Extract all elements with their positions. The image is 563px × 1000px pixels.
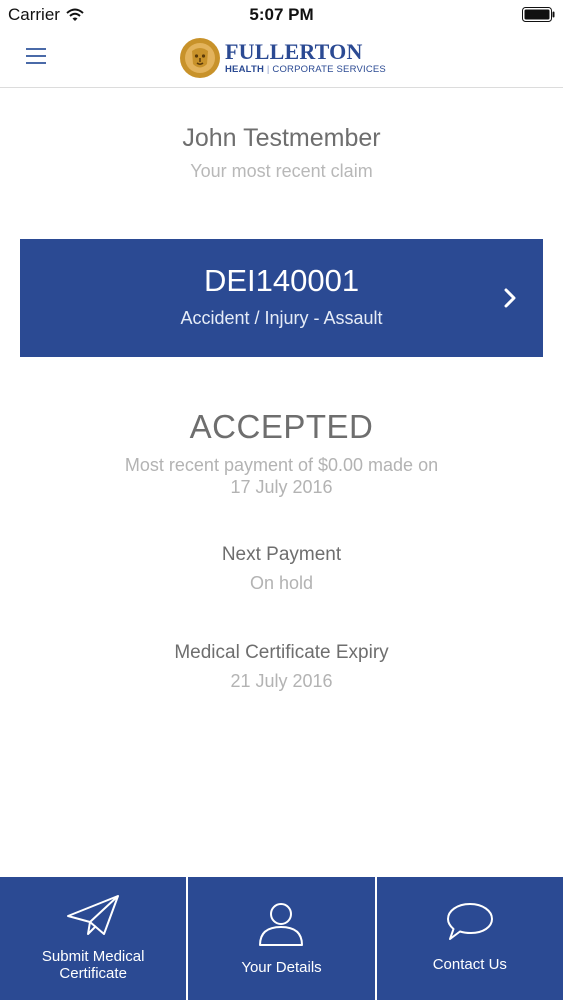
brand-name: FULLERTON — [225, 39, 363, 65]
claim-id: DEI140001 — [203, 263, 360, 298]
chevron-right-icon — [504, 288, 516, 308]
nav-bar: FULLERTON HEALTH | CORPORATE SERVICES — [0, 30, 563, 88]
certificate-expiry-label: Medical Certificate Expiry — [174, 642, 389, 663]
tab-contact-us[interactable]: Contact Us — [374, 877, 563, 1000]
certificate-expiry-value: 21 July 2016 — [230, 671, 333, 691]
menu-button[interactable] — [22, 44, 52, 70]
next-payment-label: Next Payment — [221, 544, 342, 565]
speech-bubble-icon — [446, 903, 493, 940]
tab-label-your-details: Your Details — [241, 959, 322, 976]
next-payment-value: On hold — [249, 573, 314, 593]
brand-logo: FULLERTON HEALTH | CORPORATE SERVICES — [179, 36, 386, 80]
payment-info-line2: 17 July 2016 — [230, 477, 333, 497]
brand-subtitle: HEALTH | CORPORATE SERVICES — [225, 64, 386, 76]
member-name: John Testmember — [182, 124, 381, 152]
status-time: 5:07 PM — [249, 5, 314, 24]
user-icon — [259, 903, 304, 946]
claim-type: Accident / Injury - Assault — [180, 308, 383, 328]
tab-label-contact-us: Contact Us — [432, 956, 507, 973]
battery-icon — [522, 7, 555, 22]
tab-submit-medical-certificate[interactable]: Submit Medical Certificate — [0, 877, 186, 1000]
member-subtitle: Your most recent claim — [190, 161, 373, 181]
tab-label-submit-line1: Submit Medical — [41, 948, 145, 965]
bottom-tab-bar: Submit Medical Certificate Your Details … — [0, 877, 563, 1000]
claim-status: ACCEPTED — [189, 408, 374, 445]
status-bar: Carrier 5:07 PM — [0, 0, 563, 30]
paper-plane-icon — [67, 895, 120, 935]
tab-label-submit-line2: Certificate — [59, 965, 127, 982]
recent-claim-card[interactable]: DEI140001 Accident / Injury - Assault — [20, 239, 543, 357]
lion-logo-icon — [180, 38, 220, 78]
payment-info-line1: Most recent payment of $0.00 made on — [124, 455, 439, 475]
tab-your-details[interactable]: Your Details — [186, 877, 374, 1000]
